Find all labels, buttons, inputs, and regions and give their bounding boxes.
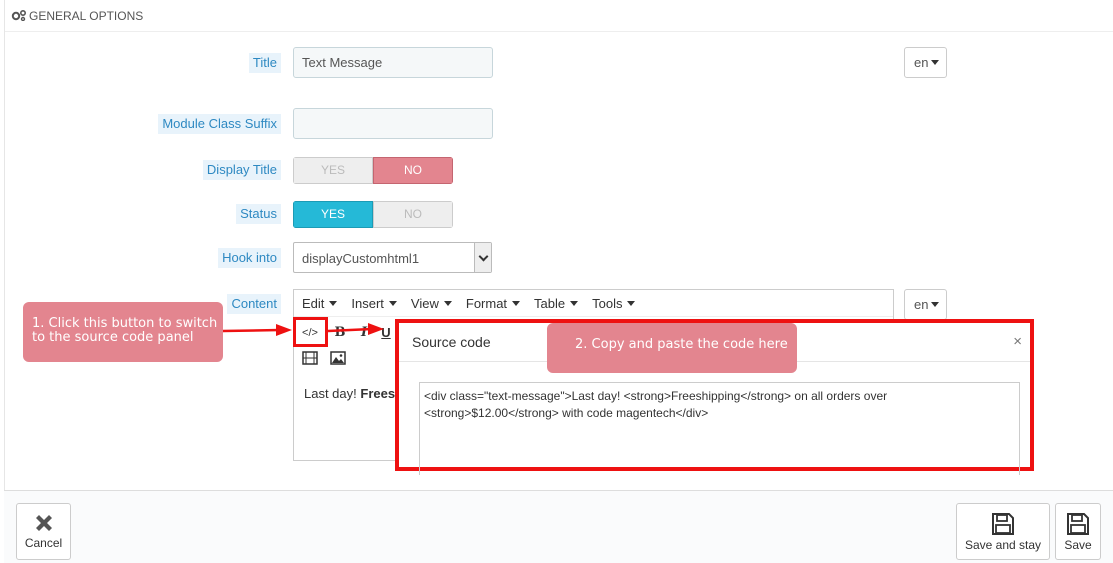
arrow-head bbox=[276, 324, 292, 336]
arrow-head bbox=[368, 323, 384, 335]
save-label: Save bbox=[1064, 538, 1092, 552]
save-and-stay-button[interactable]: Save and stay bbox=[956, 503, 1050, 560]
floppy-disk-icon bbox=[992, 513, 1014, 535]
annotation-overlay bbox=[222, 317, 384, 347]
cancel-button[interactable]: Cancel bbox=[16, 503, 71, 560]
save-button[interactable]: Save bbox=[1055, 503, 1101, 560]
save-and-stay-label: Save and stay bbox=[964, 538, 1042, 552]
form-footer: Cancel Save and stay Save bbox=[4, 490, 1113, 563]
floppy-disk-icon bbox=[1067, 513, 1089, 535]
cancel-label: Cancel bbox=[24, 536, 63, 550]
source-button-highlight bbox=[293, 317, 328, 347]
close-icon bbox=[35, 515, 52, 531]
arrow-line bbox=[327, 327, 373, 333]
arrow-line bbox=[222, 328, 281, 333]
